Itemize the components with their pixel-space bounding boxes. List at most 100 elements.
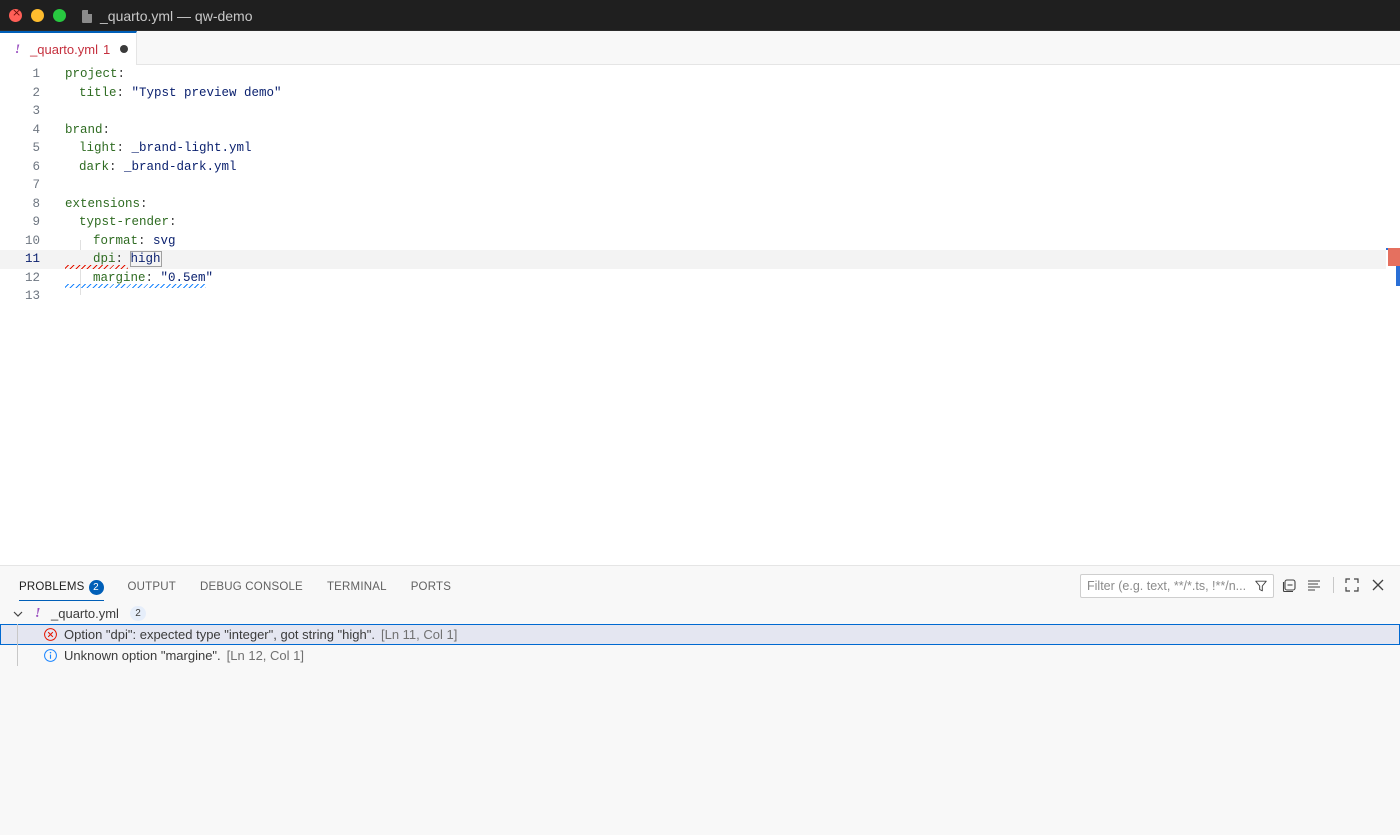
problems-filter-input[interactable] [1087, 578, 1247, 594]
yaml-key: light [79, 141, 117, 155]
error-icon [44, 628, 57, 641]
yaml-separator: : [115, 252, 131, 266]
tab-ports[interactable]: PORTS [411, 581, 451, 593]
info-squiggle[interactable] [65, 283, 206, 288]
editor-line[interactable]: 4 brand: [0, 121, 1386, 140]
yaml-value: "0.5em" [160, 270, 214, 285]
yaml-key: title [79, 85, 117, 100]
yaml-separator: : [140, 196, 148, 211]
editor-line[interactable]: 5 light: _brand-light.yml [0, 139, 1386, 158]
tab-problem-count: 1 [102, 41, 111, 57]
yaml-separator: : [169, 215, 177, 229]
tab-label: _quarto.yml [30, 41, 98, 57]
yaml-value: svg [153, 233, 176, 248]
editor-line[interactable]: 10 format: svg [0, 232, 1386, 251]
problems-file-count: 2 [130, 606, 146, 621]
warning-icon: ! [15, 41, 21, 56]
window-minimize-button[interactable] [31, 9, 44, 22]
editor-line[interactable]: 2 title: "Typst preview demo" [0, 84, 1386, 103]
editor-tab-quarto-yml[interactable]: ! _quarto.yml 1 [0, 31, 137, 65]
code-text[interactable]: light: _brand-light.yml [79, 139, 252, 158]
editor-line[interactable]: 1 project: [0, 65, 1386, 84]
line-number: 8 [32, 196, 40, 211]
code-text[interactable]: dark: _brand-dark.yml [79, 158, 237, 177]
bottom-panel: PROBLEMS 2 OUTPUT DEBUG CONSOLE TERMINAL… [0, 565, 1400, 835]
problem-item[interactable]: Option "dpi": expected type "integer", g… [0, 624, 1400, 645]
problem-location: [Ln 11, Col 1] [380, 627, 458, 642]
error-squiggle[interactable] [65, 265, 128, 269]
yaml-key: typst-render [79, 215, 170, 229]
line-number: 6 [32, 159, 40, 174]
problem-location: [Ln 12, Col 1] [226, 648, 304, 663]
overview-ruler-error-marker[interactable] [1388, 248, 1400, 266]
editor-line[interactable]: 12 margine: "0.5em" [0, 269, 1386, 288]
chevron-down-icon[interactable] [12, 608, 24, 620]
line-number: 13 [24, 289, 40, 303]
code-editor[interactable]: 1 project: 2 title: "Typst preview demo" 3 4 b… [0, 65, 1400, 565]
line-number: 5 [32, 141, 40, 155]
window-title-wrap: _quarto.yml — qw-demo [82, 7, 253, 25]
title-bar: _quarto.yml — qw-demo [0, 0, 1400, 31]
panel-tabs: PROBLEMS 2 OUTPUT DEBUG CONSOLE TERMINAL… [19, 578, 475, 601]
yaml-value: _brand-dark.yml [124, 159, 237, 174]
problem-message: Option "dpi": expected type "integer", g… [64, 627, 457, 642]
tab-output[interactable]: OUTPUT [128, 581, 176, 593]
info-icon [44, 649, 57, 662]
tree-indent-guide [17, 624, 18, 645]
yaml-separator: : [116, 141, 132, 155]
editor-line[interactable]: 7 [0, 176, 1386, 195]
editor-line[interactable]: 3 [0, 102, 1386, 121]
editor-line[interactable]: 8 extensions: [0, 195, 1386, 214]
tab-terminal[interactable]: TERMINAL [327, 581, 387, 593]
line-number: 3 [32, 104, 40, 118]
file-icon [82, 9, 92, 23]
problems-filter [1080, 574, 1274, 598]
code-text[interactable]: project: [65, 65, 125, 84]
overview-ruler-info-marker[interactable] [1396, 266, 1400, 286]
yaml-separator: : [109, 159, 125, 174]
yaml-key: dark [79, 159, 110, 174]
tab-problems-label: PROBLEMS [19, 581, 85, 593]
code-text[interactable]: format: svg [93, 232, 176, 251]
window-title: _quarto.yml — qw-demo [100, 8, 253, 24]
problems-file-name: _quarto.yml [51, 606, 119, 621]
tree-indent-guide [17, 645, 18, 666]
editor-line[interactable]: 11 dpi: high [0, 250, 1386, 269]
filter-icon[interactable] [1254, 579, 1268, 593]
code-text[interactable]: extensions: [65, 195, 148, 214]
yaml-separator: : [138, 233, 154, 248]
yaml-key: extensions [65, 196, 141, 211]
window-close-button[interactable] [9, 6, 22, 22]
maximize-panel-icon[interactable] [1344, 577, 1360, 593]
close-panel-icon[interactable] [1370, 577, 1386, 593]
problem-message: Unknown option "margine". [Ln 12, Col 1] [64, 648, 304, 663]
problem-item[interactable]: Unknown option "margine". [Ln 12, Col 1] [0, 645, 1400, 666]
problems-file-row[interactable]: ! _quarto.yml 2 [0, 603, 1400, 624]
yaml-key: format [93, 233, 139, 248]
tab-debug-console[interactable]: DEBUG CONSOLE [200, 581, 303, 593]
code-text[interactable]: brand: [65, 121, 110, 140]
warning-icon: ! [35, 605, 41, 621]
line-number: 12 [24, 270, 40, 285]
yaml-key: project [65, 67, 118, 81]
code-text[interactable]: title: "Typst preview demo" [79, 84, 282, 103]
panel-toolbar-separator [1333, 577, 1334, 593]
editor-line[interactable]: 6 dark: _brand-dark.yml [0, 158, 1386, 177]
problem-text: Unknown option "margine". [64, 648, 221, 663]
editor-tab-bar: ! _quarto.yml 1 [0, 31, 1400, 65]
line-number: 9 [32, 215, 40, 229]
yaml-value: high [129, 251, 162, 267]
editor-line[interactable]: 9 typst-render: [0, 213, 1386, 232]
tab-problems[interactable]: PROBLEMS 2 [19, 579, 104, 601]
problems-count-badge: 2 [88, 579, 104, 595]
word-wrap-icon[interactable] [1306, 577, 1322, 593]
code-text[interactable]: typst-render: [79, 213, 177, 232]
window-maximize-button[interactable] [53, 9, 66, 22]
line-number: 4 [32, 122, 40, 137]
problem-text: Option "dpi": expected type "integer", g… [64, 627, 375, 642]
collapse-all-icon[interactable] [1282, 577, 1298, 593]
yaml-key: dpi [93, 252, 116, 266]
unsaved-dot-icon[interactable] [120, 45, 129, 53]
line-number: 7 [32, 178, 40, 192]
editor-line[interactable]: 13 [0, 287, 1386, 306]
